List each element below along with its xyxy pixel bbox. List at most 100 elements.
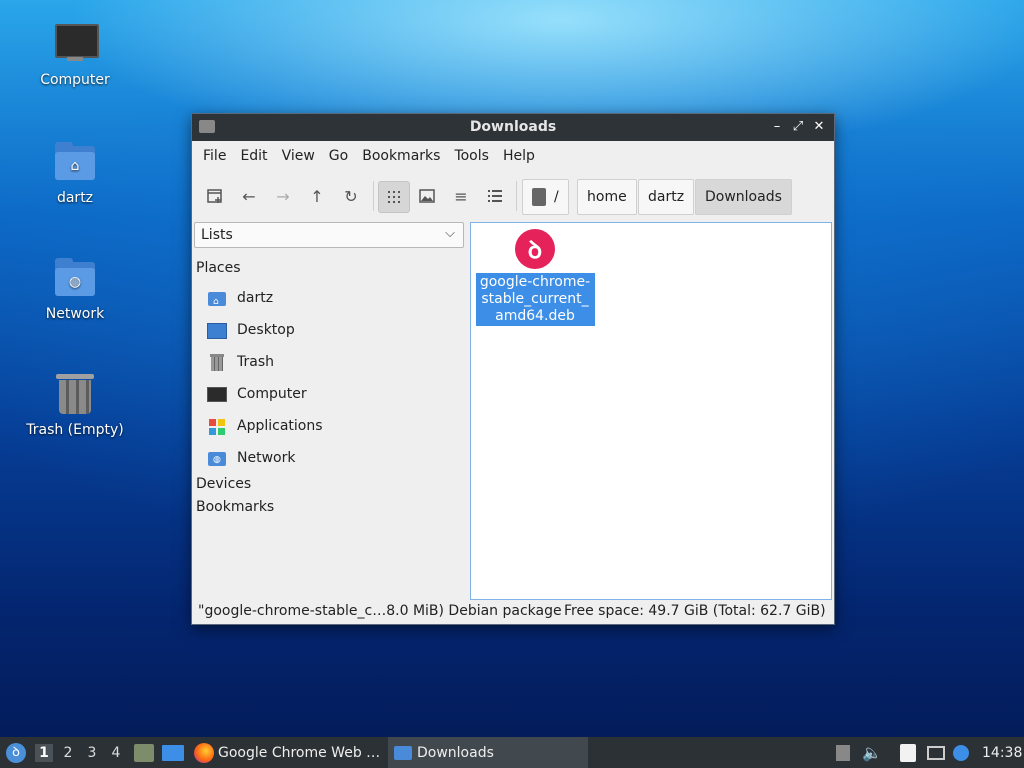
- minimize-button[interactable]: –: [768, 118, 786, 136]
- window-title: Downloads: [469, 119, 557, 135]
- workspace-1[interactable]: 1: [35, 744, 53, 762]
- menu-go[interactable]: Go: [322, 148, 355, 164]
- place-item-desktop[interactable]: Desktop: [207, 316, 295, 344]
- reload-button[interactable]: ↻: [336, 181, 366, 211]
- update-notifier-icon: [953, 744, 969, 761]
- home-folder-icon: ⌂: [53, 140, 97, 184]
- menu-bar: File Edit View Go Bookmarks Tools Help: [192, 141, 834, 171]
- close-button[interactable]: ✕: [810, 118, 828, 136]
- detailed-list-icon: [488, 190, 502, 202]
- reload-icon: ↻: [344, 186, 358, 206]
- thumbnail-view-button[interactable]: [412, 181, 442, 211]
- desktop-icon-label: Trash (Empty): [26, 422, 124, 438]
- place-label: Desktop: [237, 322, 295, 338]
- desktop-icon: [207, 321, 227, 339]
- debian-package-icon: ꝺ: [515, 229, 555, 269]
- menu-view[interactable]: View: [275, 148, 322, 164]
- new-tab-icon: [207, 189, 222, 203]
- bookmarks-header[interactable]: Bookmarks: [196, 499, 274, 515]
- menu-file[interactable]: File: [196, 148, 233, 164]
- place-label: Applications: [237, 418, 323, 434]
- menu-help[interactable]: Help: [496, 148, 542, 164]
- breadcrumb-home[interactable]: home: [577, 179, 637, 215]
- desktop-icon-label: Network: [45, 306, 105, 322]
- workspace-3[interactable]: 3: [83, 744, 101, 762]
- firefox-icon: [194, 742, 214, 763]
- side-pane-mode-value: Lists: [201, 227, 233, 243]
- detailed-view-button[interactable]: [480, 181, 510, 211]
- workspace-4[interactable]: 4: [107, 744, 125, 762]
- breadcrumb-label: Downloads: [705, 189, 782, 205]
- menu-bookmarks[interactable]: Bookmarks: [355, 148, 447, 164]
- maximize-button[interactable]: ⤢: [789, 118, 807, 136]
- tray-arrow-icon: [836, 744, 850, 761]
- desktop-icon-trash[interactable]: Trash (Empty): [20, 372, 130, 438]
- up-button[interactable]: ↑: [302, 181, 332, 211]
- side-pane: Lists ⌵ Places ⌂ dartz Desktop Trash Com…: [193, 222, 468, 600]
- menu-edit[interactable]: Edit: [233, 148, 274, 164]
- back-button[interactable]: ←: [234, 181, 264, 211]
- network-icon: [927, 745, 945, 760]
- clock[interactable]: 14:38: [982, 737, 1022, 768]
- tray-network[interactable]: [927, 737, 945, 768]
- place-item-applications[interactable]: Applications: [207, 412, 323, 440]
- desktop-icon-network[interactable]: ◍ Network: [20, 256, 130, 322]
- arrow-left-icon: ←: [242, 186, 256, 206]
- image-icon: [419, 189, 435, 203]
- devices-header[interactable]: Devices: [196, 476, 251, 492]
- desktop-icon-home-folder[interactable]: ⌂ dartz: [20, 140, 130, 206]
- place-label: Computer: [237, 386, 307, 402]
- arrow-up-icon: ↑: [310, 186, 324, 206]
- place-item-computer[interactable]: Computer: [207, 380, 307, 408]
- toolbar-separator: [373, 181, 374, 211]
- place-label: Trash: [237, 354, 274, 370]
- status-bar: "google-chrome-stable_c…8.0 MiB) Debian …: [198, 603, 828, 623]
- breadcrumb-downloads[interactable]: Downloads: [695, 179, 792, 215]
- place-item-network[interactable]: ◍ Network: [207, 444, 295, 472]
- task-label: Google Chrome Web …: [218, 744, 381, 761]
- file-manager-window: Downloads – ⤢ ✕ File Edit View Go Bookma…: [191, 113, 835, 625]
- menu-tools[interactable]: Tools: [447, 148, 496, 164]
- task-downloads[interactable]: Downloads: [388, 737, 588, 768]
- compact-view-button[interactable]: ≡: [446, 181, 476, 211]
- tray-volume[interactable]: 🔈: [862, 737, 882, 768]
- desktop-icon-label: dartz: [56, 190, 94, 206]
- icon-view-button[interactable]: [378, 181, 410, 213]
- trash-icon: [207, 353, 227, 371]
- taskbar: ꝺ 1 2 3 4 Google Chrome Web … Downloads …: [0, 737, 1024, 768]
- breadcrumb-dartz[interactable]: dartz: [638, 179, 695, 215]
- title-bar[interactable]: Downloads – ⤢ ✕: [192, 114, 834, 141]
- tray-clipboard[interactable]: [836, 737, 850, 768]
- applications-icon: [207, 417, 227, 435]
- breadcrumb-label: home: [587, 189, 627, 205]
- file-item[interactable]: ꝺ google-chrome-stable_current_amd64.deb: [475, 227, 595, 326]
- side-pane-mode-select[interactable]: Lists ⌵: [194, 222, 464, 248]
- places-header[interactable]: Places: [196, 260, 241, 276]
- place-label: Network: [237, 450, 296, 466]
- arrow-right-icon: →: [276, 186, 290, 206]
- quicklaunch-desktop[interactable]: [162, 737, 184, 768]
- start-menu-button[interactable]: ꝺ: [6, 737, 26, 768]
- tray-updates[interactable]: [953, 737, 969, 768]
- network-folder-icon: ◍: [53, 256, 97, 300]
- forward-button[interactable]: →: [268, 181, 298, 211]
- desktop-icon-label: Computer: [40, 72, 110, 88]
- quicklaunch-files[interactable]: [134, 737, 154, 768]
- file-view[interactable]: ꝺ google-chrome-stable_current_amd64.deb: [470, 222, 832, 600]
- show-desktop-icon: [162, 744, 184, 761]
- computer-icon: [53, 22, 99, 66]
- free-space-status: Free space: 49.7 GiB (Total: 62.7 GiB): [564, 603, 826, 619]
- list-icon: ≡: [454, 186, 468, 206]
- chevron-down-icon: ⌵: [445, 226, 455, 241]
- selection-status: "google-chrome-stable_c…8.0 MiB) Debian …: [198, 603, 562, 619]
- place-item-home[interactable]: ⌂ dartz: [207, 284, 273, 312]
- workspace-2[interactable]: 2: [59, 744, 77, 762]
- computer-icon: [207, 385, 227, 403]
- folder-icon: [394, 745, 412, 760]
- tray-notes[interactable]: [900, 737, 916, 768]
- breadcrumb-root[interactable]: /: [522, 179, 569, 215]
- new-tab-button[interactable]: [200, 181, 230, 211]
- task-google-chrome[interactable]: Google Chrome Web …: [194, 737, 384, 768]
- place-item-trash[interactable]: Trash: [207, 348, 274, 376]
- desktop-icon-computer[interactable]: Computer: [20, 22, 130, 88]
